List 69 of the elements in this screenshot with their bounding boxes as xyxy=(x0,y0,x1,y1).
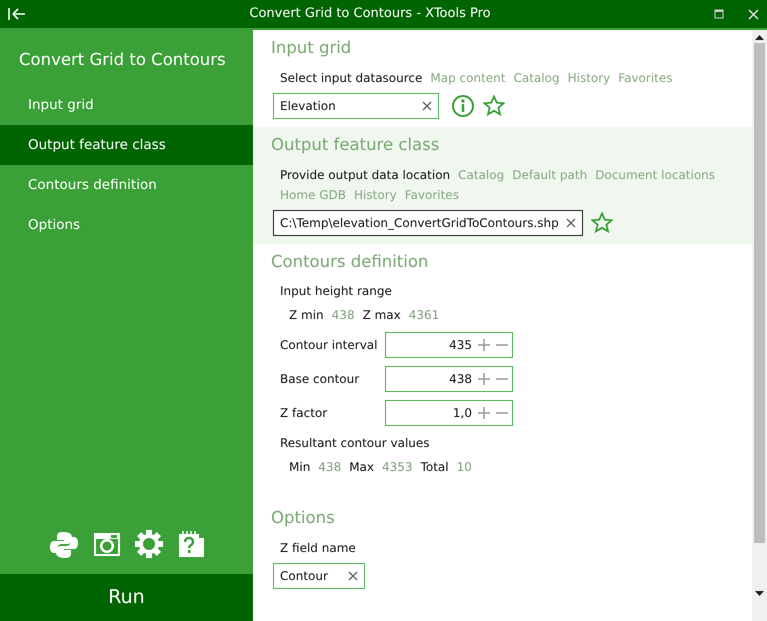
plus-icon[interactable] xyxy=(478,339,490,352)
plus-icon[interactable] xyxy=(478,373,490,386)
text-field[interactable]: Contour xyxy=(273,563,365,589)
clear-icon[interactable] xyxy=(348,571,358,581)
section-heading: Input grid xyxy=(271,37,352,59)
source-link[interactable]: Catalog xyxy=(458,166,504,184)
group-label: Resultant contour values xyxy=(280,435,430,452)
stat-value: 438 xyxy=(332,307,355,324)
spinner-label: Z factor xyxy=(280,405,328,422)
section-heading: Options xyxy=(271,507,336,530)
prompt-label: Provide output data location xyxy=(280,166,450,184)
stat-value: 438 xyxy=(318,459,342,476)
stat-label: Max xyxy=(349,459,374,476)
python-icon[interactable] xyxy=(48,530,78,560)
sidebar-item[interactable]: Options xyxy=(0,204,253,245)
group-label: Input height range xyxy=(280,283,392,300)
clear-icon[interactable] xyxy=(566,218,576,228)
section-heading: Contours definition xyxy=(271,250,430,272)
field-value: Contour xyxy=(280,568,329,585)
text-field[interactable]: C:\Temp\elevation_ConvertGridToContours.shp xyxy=(273,210,583,236)
maximize-icon[interactable] xyxy=(714,9,724,19)
number-field[interactable]: 438 xyxy=(385,366,513,392)
camera-icon[interactable] xyxy=(92,530,120,558)
field-value: C:\Temp\elevation_ConvertGridToContours.shp xyxy=(280,214,560,232)
text-field[interactable]: Elevation xyxy=(273,92,439,119)
collapse-icon[interactable] xyxy=(8,7,26,21)
star-icon[interactable] xyxy=(591,212,613,234)
scroll-up-icon[interactable] xyxy=(755,34,764,41)
stat-label: Min xyxy=(289,459,310,476)
source-link[interactable]: Default path xyxy=(512,166,588,184)
plus-icon[interactable] xyxy=(478,407,490,420)
close-icon[interactable] xyxy=(748,8,759,20)
sidebar-item[interactable]: Output feature class xyxy=(0,124,253,165)
sidebar-item[interactable]: Contours definition xyxy=(0,164,253,205)
sidebar-item[interactable]: Input grid xyxy=(0,84,253,125)
source-link[interactable]: Map content xyxy=(430,68,506,87)
field-value: 438 xyxy=(448,371,472,388)
field-value: Elevation xyxy=(280,98,337,115)
section-heading: Output feature class xyxy=(271,134,440,156)
help-icon[interactable] xyxy=(176,530,204,558)
spinner-label: Contour interval xyxy=(280,337,378,354)
stat-label: Total xyxy=(420,459,449,476)
number-field[interactable]: 1,0 xyxy=(385,400,513,426)
field-label: Z field name xyxy=(280,540,356,557)
sidebar-title: Convert Grid to Contours xyxy=(19,50,226,69)
source-link[interactable]: History xyxy=(354,186,397,204)
stat-value: 4353 xyxy=(382,459,413,476)
star-icon[interactable] xyxy=(483,94,505,117)
number-field[interactable]: 435 xyxy=(385,332,513,358)
source-link[interactable]: Document locations xyxy=(595,166,716,184)
field-value: 1,0 xyxy=(452,405,472,422)
source-link[interactable]: Favorites xyxy=(404,186,459,204)
source-link[interactable]: History xyxy=(568,68,610,87)
run-button[interactable]: Run xyxy=(0,574,253,621)
source-link[interactable]: Favorites xyxy=(618,68,673,87)
source-link[interactable]: Home GDB xyxy=(280,186,346,204)
scroll-down-icon[interactable] xyxy=(755,590,764,597)
clear-icon[interactable] xyxy=(422,100,432,111)
scrollbar-thumb[interactable] xyxy=(754,43,765,543)
stat-label: Z max xyxy=(362,307,401,324)
window-title: Convert Grid to Contours - XTools Pro xyxy=(249,6,491,22)
stat-value: 10 xyxy=(456,459,472,476)
stat-value: 4361 xyxy=(408,307,440,324)
field-value: 435 xyxy=(448,337,472,354)
prompt-label: Select input datasource xyxy=(280,70,422,87)
info-icon[interactable] xyxy=(451,94,475,118)
spinner-label: Base contour xyxy=(280,371,360,388)
source-link[interactable]: Catalog xyxy=(514,68,560,87)
stat-label: Z min xyxy=(289,307,324,324)
